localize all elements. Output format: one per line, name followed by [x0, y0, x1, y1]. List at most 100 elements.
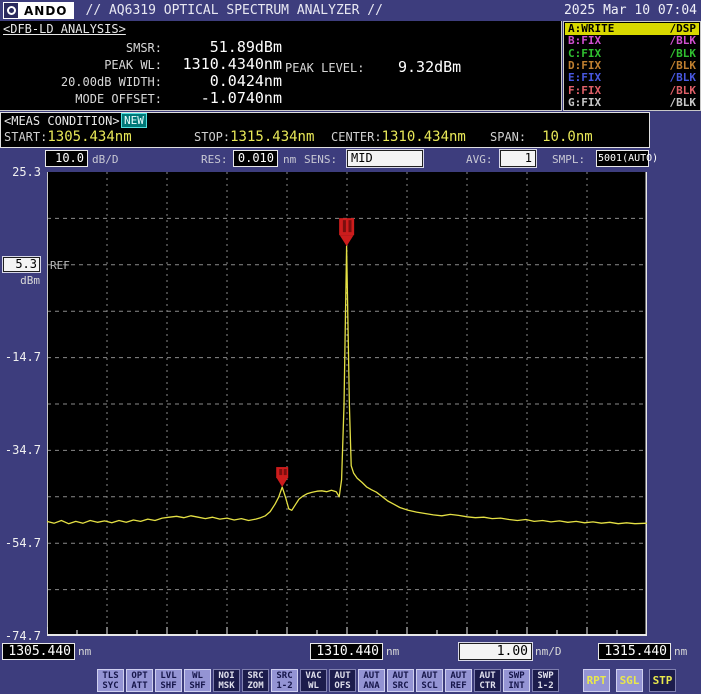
softkey-aut-ctr[interactable]: AUT CTR: [474, 669, 501, 692]
trace-row-b[interactable]: B:FIX /BLK: [565, 35, 699, 47]
start-field[interactable]: START: 1305.434nm: [4, 129, 132, 145]
softkey-src-1-2[interactable]: SRC 1-2: [271, 669, 298, 692]
trace-row-e[interactable]: E:FIX /BLK: [565, 72, 699, 84]
peak-wl-label: PEAK WL:: [0, 58, 162, 72]
ando-logo-text: ANDO: [19, 4, 73, 18]
datetime: 2025 Mar 10 07:04: [564, 3, 697, 18]
analysis-row-smsr: SMSR: 51.89dBm: [0, 38, 282, 55]
analysis-row-peak-wl: PEAK WL: 1310.4340nm: [0, 55, 282, 72]
trace-row-f[interactable]: F:FIX /BLK: [565, 84, 699, 96]
span-field[interactable]: SPAN: 10.0nm: [490, 129, 593, 145]
center-label: CENTER:: [331, 130, 382, 144]
x-stop-field[interactable]: 1315.440: [598, 643, 671, 660]
trace-row-a[interactable]: A:WRITE /DSP: [565, 23, 699, 35]
width-value: 0.0424nm: [162, 72, 282, 90]
start-label: START:: [4, 130, 47, 144]
page-title: // AQ6319 OPTICAL SPECTRUM ANALYZER //: [86, 3, 383, 18]
peak-wl-value: 1310.4340nm: [162, 55, 282, 73]
trace-d-name: D:FIX: [568, 60, 601, 72]
db-per-div-field[interactable]: 10.0: [45, 150, 88, 167]
start-value: 1305.434nm: [47, 129, 131, 145]
dfb-ld-analysis-panel: <DFB-LD ANALYSIS> SMSR: 51.89dBm PEAK WL…: [0, 21, 562, 111]
analysis-row-mode-offset: MODE OFFSET: -1.0740nm: [0, 89, 282, 106]
stop-field[interactable]: STOP: 1315.434nm: [194, 129, 314, 145]
peak-marker-2: [276, 467, 288, 487]
x-stop-group: 1315.440 nm: [598, 643, 687, 660]
sens-label: SENS:: [304, 153, 337, 166]
trace-c-name: C:FIX: [568, 48, 601, 60]
smpl-label: SMPL:: [552, 153, 585, 166]
meas-condition-panel: <MEAS CONDITION> NEW START: 1305.434nm S…: [0, 112, 650, 148]
softkey-aut-ana[interactable]: AUT ANA: [358, 669, 385, 692]
span-value: 10.0nm: [542, 129, 593, 145]
trace-b-mode: /BLK: [670, 35, 697, 47]
ref-level-field[interactable]: 5.3: [3, 257, 40, 272]
softkey-aut-src[interactable]: AUT SRC: [387, 669, 414, 692]
spectrum-chart: REF: [47, 172, 647, 636]
softkey-aut-ofs[interactable]: AUT OFS: [329, 669, 356, 692]
trace-b-name: B:FIX: [568, 35, 601, 47]
softkey-lvl-shf[interactable]: LVL SHF: [155, 669, 182, 692]
softkey-rpt[interactable]: RPT: [583, 669, 610, 692]
sens-field[interactable]: MID: [347, 150, 423, 167]
x-center-field[interactable]: 1310.440: [310, 643, 383, 660]
ref-line-label: REF: [50, 259, 70, 272]
softkey-noi-msk[interactable]: NOI MSK: [213, 669, 240, 692]
ando-emblem-icon: [4, 3, 19, 18]
trace-row-d[interactable]: D:FIX /BLK: [565, 60, 699, 72]
res-field[interactable]: 0.010: [233, 150, 278, 167]
trace-a-line: [47, 246, 647, 524]
softkey-wl-shf[interactable]: WL SHF: [184, 669, 211, 692]
softkey-stp[interactable]: STP: [649, 669, 676, 692]
trace-a-name: A:WRITE: [568, 23, 614, 35]
res-label: RES:: [201, 153, 228, 166]
x-center-unit: nm: [386, 645, 399, 658]
x-center-group: 1310.440 nm: [310, 643, 399, 660]
trace-e-mode: /BLK: [670, 72, 697, 84]
softkey-sgl[interactable]: SGL: [616, 669, 643, 692]
width-label: 20.00dB WIDTH:: [0, 75, 162, 89]
trace-f-name: F:FIX: [568, 85, 601, 97]
stop-value: 1315.434nm: [230, 129, 314, 145]
smsr-value: 51.89dBm: [162, 38, 282, 56]
x-start-field[interactable]: 1305.440: [2, 643, 75, 660]
softkey-opt-att[interactable]: OPT ATT: [126, 669, 153, 692]
softkey-aut-scl[interactable]: AUT SCL: [416, 669, 443, 692]
res-unit: nm: [283, 153, 296, 166]
trace-row-c[interactable]: C:FIX /BLK: [565, 48, 699, 60]
trace-g-name: G:FIX: [568, 97, 601, 109]
db-per-div-unit: dB/D: [92, 153, 119, 166]
y-tick-m74: -74.7: [0, 629, 41, 643]
trace-d-mode: /BLK: [670, 60, 697, 72]
softkey-src-zom[interactable]: SRC ZOM: [242, 669, 269, 692]
softkey-swp-int[interactable]: SWP INT: [503, 669, 530, 692]
smsr-label: SMSR:: [0, 41, 162, 55]
trace-row-g[interactable]: G:FIX /BLK: [565, 97, 699, 109]
meas-condition-title: <MEAS CONDITION>: [4, 114, 120, 128]
trace-a-mode: /DSP: [670, 23, 697, 35]
peak-level-value: 9.32dBm: [398, 58, 461, 76]
center-field[interactable]: CENTER: 1310.434nm: [331, 129, 466, 145]
x-scale-unit: nm/D: [535, 645, 562, 658]
softkey-tls-syc[interactable]: TLS SYC: [97, 669, 124, 692]
spectrum-plot: REF: [47, 172, 647, 636]
analysis-title: <DFB-LD ANALYSIS>: [3, 22, 126, 36]
y-tick-25: 25.3: [0, 165, 41, 179]
y-axis-unit: dBm: [0, 274, 40, 287]
avg-field[interactable]: 1: [500, 150, 536, 167]
trace-legend-panel: A:WRITE /DSP B:FIX /BLK C:FIX /BLK D:FIX…: [563, 21, 701, 111]
softkey-vac-wl[interactable]: VAC WL: [300, 669, 327, 692]
softkey-swp-1-2[interactable]: SWP 1-2: [532, 669, 559, 692]
smpl-field[interactable]: 5001(AUTO): [596, 150, 649, 167]
y-tick-m54: -54.7: [0, 536, 41, 550]
x-start-unit: nm: [78, 645, 91, 658]
y-tick-m34: -34.7: [0, 443, 41, 457]
ando-logo: ANDO: [3, 2, 74, 19]
header-bar: ANDO // AQ6319 OPTICAL SPECTRUM ANALYZER…: [0, 0, 701, 21]
softkey-aut-ref[interactable]: AUT REF: [445, 669, 472, 692]
trace-c-mode: /BLK: [670, 48, 697, 60]
x-scale-field[interactable]: 1.00: [459, 643, 532, 660]
trace-f-mode: /BLK: [670, 85, 697, 97]
center-value: 1310.434nm: [382, 129, 466, 145]
x-start-group: 1305.440 nm: [2, 643, 91, 660]
